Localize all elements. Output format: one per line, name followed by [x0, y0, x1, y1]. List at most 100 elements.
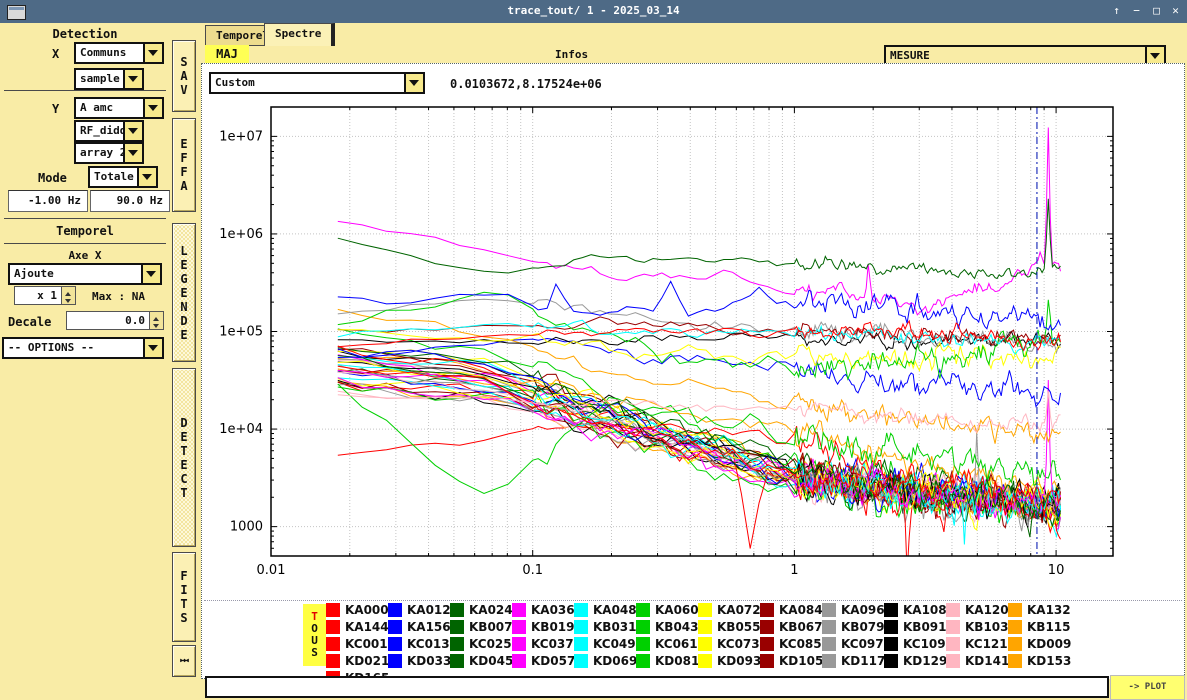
legend-entry-label[interactable]: KA132	[1027, 603, 1071, 617]
decale-stepper[interactable]: 0.0	[66, 311, 164, 330]
legend-color-chip[interactable]	[512, 603, 526, 617]
stepper-arrows-icon[interactable]	[61, 287, 75, 304]
legend-entry-label[interactable]: KC085	[779, 637, 822, 651]
legend-color-chip[interactable]	[326, 603, 340, 617]
legend-entry-label[interactable]: KB055	[717, 620, 761, 634]
spectrum-plot-svg[interactable]: 0.010.111010001e+041e+051e+061e+07	[202, 96, 1184, 598]
legend-color-chip[interactable]	[450, 620, 464, 634]
legend-color-chip[interactable]	[512, 654, 526, 668]
legend-color-chip[interactable]	[698, 637, 712, 651]
legend-entry-label[interactable]: KC025	[469, 637, 512, 651]
legend-entry-label[interactable]: KC109	[903, 637, 946, 651]
tous-button[interactable]: TOUS	[303, 604, 326, 666]
legend-color-chip[interactable]	[698, 654, 712, 668]
options-combo[interactable]: -- OPTIONS --	[2, 337, 164, 359]
legend-entry-label[interactable]: KD045	[469, 654, 513, 668]
legend-color-chip[interactable]	[1008, 603, 1022, 617]
legend-color-chip[interactable]	[636, 654, 650, 668]
legend-color-chip[interactable]	[884, 654, 898, 668]
legend-entry-label[interactable]: KA048	[593, 603, 637, 617]
legend-entry-label[interactable]: KC097	[841, 637, 884, 651]
minimize-button[interactable]: −	[1128, 3, 1145, 19]
legend-entry-label[interactable]: KC049	[593, 637, 636, 651]
legend-entry-label[interactable]: KB115	[1027, 620, 1071, 634]
maj-button[interactable]: MAJ	[205, 45, 249, 65]
legend-color-chip[interactable]	[946, 620, 960, 634]
legend-entry-label[interactable]: KA096	[841, 603, 885, 617]
side-tab-effa[interactable]: EFFA	[172, 118, 196, 212]
legend-color-chip[interactable]	[326, 637, 340, 651]
legend-entry-label[interactable]: KD117	[841, 654, 885, 668]
legend-color-chip[interactable]	[946, 603, 960, 617]
legend-entry-label[interactable]: KB007	[469, 620, 513, 634]
legend-entry-label[interactable]: KC001	[345, 637, 388, 651]
legend-entry-label[interactable]: KC121	[965, 637, 1008, 651]
legend-entry-label[interactable]: KB019	[531, 620, 575, 634]
shade-window-button[interactable]: ↑	[1108, 3, 1125, 19]
legend-entry-label[interactable]: KD021	[345, 654, 389, 668]
legend-entry-label[interactable]: KA144	[345, 620, 389, 634]
legend-entry-label[interactable]: KD033	[407, 654, 451, 668]
legend-color-chip[interactable]	[884, 603, 898, 617]
legend-color-chip[interactable]	[946, 654, 960, 668]
legend-color-chip[interactable]	[822, 637, 836, 651]
collapse-arrows-icon[interactable]: ▶◆◀	[172, 645, 196, 677]
legend-entry-label[interactable]: KA156	[407, 620, 451, 634]
legend-entry-label[interactable]: KC073	[717, 637, 760, 651]
legend-entry-label[interactable]: KD069	[593, 654, 637, 668]
legend-color-chip[interactable]	[450, 637, 464, 651]
legend-entry-label[interactable]: KA084	[779, 603, 823, 617]
legend-entry-label[interactable]: KD153	[1027, 654, 1071, 668]
legend-entry-label[interactable]: KD081	[655, 654, 699, 668]
x-source-combo[interactable]: Communs	[74, 42, 164, 64]
legend-color-chip[interactable]	[388, 620, 402, 634]
legend-color-chip[interactable]	[822, 654, 836, 668]
legend-color-chip[interactable]	[450, 654, 464, 668]
legend-entry-label[interactable]: KA120	[965, 603, 1009, 617]
tab-spectre[interactable]: Spectre	[264, 23, 335, 46]
legend-entry-label[interactable]: KB091	[903, 620, 947, 634]
legend-color-chip[interactable]	[822, 620, 836, 634]
freq-min-field[interactable]: -1.00 Hz	[8, 190, 88, 212]
side-tab-detect[interactable]: DETECT	[172, 368, 196, 547]
maximize-button[interactable]: □	[1148, 3, 1165, 19]
legend-entry-label[interactable]: KD105	[779, 654, 823, 668]
legend-color-chip[interactable]	[760, 603, 774, 617]
side-tab-sav[interactable]: SAV	[172, 40, 196, 112]
legend-entry-label[interactable]: KD009	[1027, 637, 1071, 651]
plot-button[interactable]: -> PLOT	[1110, 675, 1185, 700]
side-tab-fits[interactable]: FITS	[172, 552, 196, 642]
legend-color-chip[interactable]	[450, 603, 464, 617]
legend-color-chip[interactable]	[1008, 620, 1022, 634]
legend-color-chip[interactable]	[760, 637, 774, 651]
y-signal-combo[interactable]: RF_didq	[74, 120, 144, 142]
legend-color-chip[interactable]	[698, 620, 712, 634]
legend-entry-label[interactable]: KB031	[593, 620, 637, 634]
legend-color-chip[interactable]	[388, 637, 402, 651]
legend-color-chip[interactable]	[636, 620, 650, 634]
side-tab-legende[interactable]: LEGENDE	[172, 223, 196, 362]
legend-entry-label[interactable]: KB103	[965, 620, 1009, 634]
legend-color-chip[interactable]	[388, 603, 402, 617]
legend-entry-label[interactable]: KA072	[717, 603, 761, 617]
legend-color-chip[interactable]	[1008, 637, 1022, 651]
legend-entry-label[interactable]: KA036	[531, 603, 575, 617]
spectrum-plot[interactable]: 0.010.111010001e+041e+051e+061e+07	[202, 96, 1184, 598]
legend-color-chip[interactable]	[512, 637, 526, 651]
legend-color-chip[interactable]	[636, 603, 650, 617]
legend-color-chip[interactable]	[326, 620, 340, 634]
legend-entry-label[interactable]: KA108	[903, 603, 947, 617]
legend-color-chip[interactable]	[326, 654, 340, 668]
legend-entry-label[interactable]: KB079	[841, 620, 885, 634]
legend-color-chip[interactable]	[698, 603, 712, 617]
legend-color-chip[interactable]	[884, 637, 898, 651]
stepper-arrows-icon[interactable]	[149, 312, 163, 329]
legend-color-chip[interactable]	[636, 637, 650, 651]
y-source-combo[interactable]: A amc	[74, 97, 164, 119]
legend-color-chip[interactable]	[574, 637, 588, 651]
legend-entry-label[interactable]: KC061	[655, 637, 698, 651]
legend-entry-label[interactable]: KD141	[965, 654, 1009, 668]
legend-color-chip[interactable]	[574, 654, 588, 668]
legend-entry-label[interactable]: KD057	[531, 654, 575, 668]
range-combo[interactable]: Custom	[209, 72, 425, 94]
